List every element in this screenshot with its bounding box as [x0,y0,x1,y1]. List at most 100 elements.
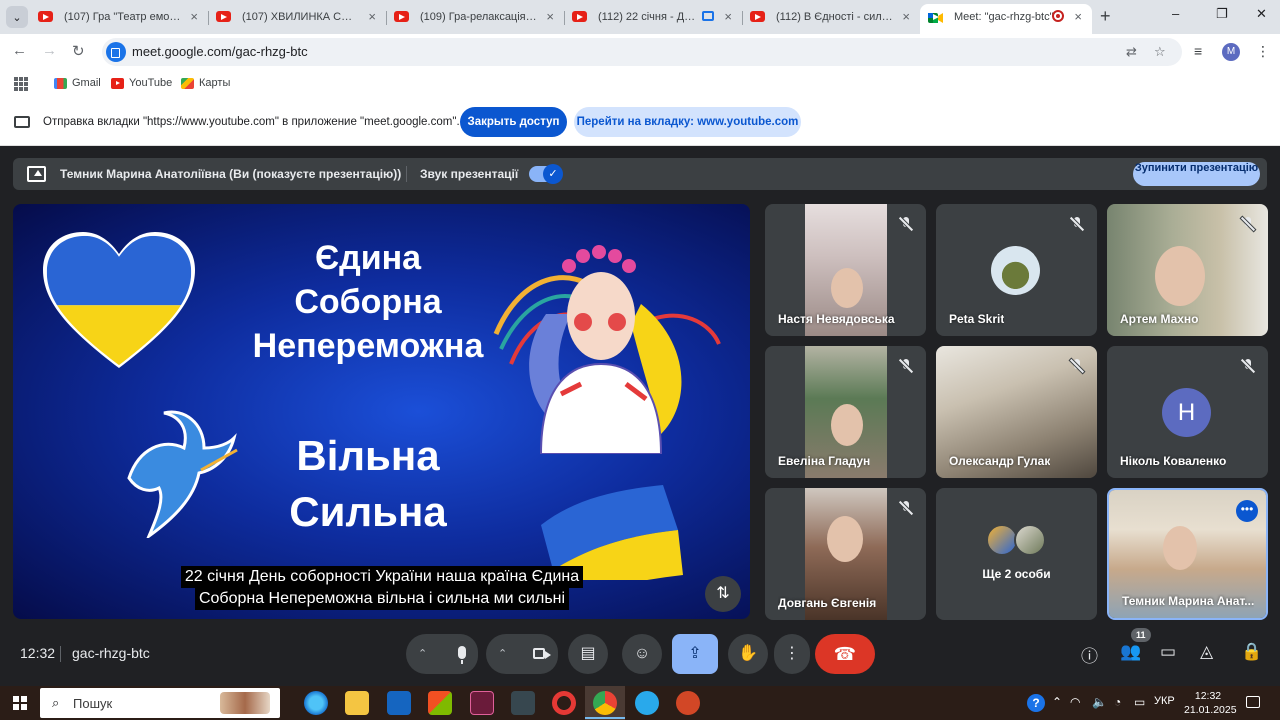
app-icon[interactable] [470,691,494,715]
swap-layout-button[interactable]: ⇅ [705,576,741,612]
self-tile[interactable]: ••• Темник Марина Анат... [1107,488,1268,620]
end-call-icon: ☎ [833,644,857,664]
bookmark-star-icon[interactable]: ☆ [1154,44,1166,60]
more-menu-icon[interactable]: ⋮ [1256,43,1270,60]
site-info-icon[interactable] [106,42,126,62]
reload-icon: ↻ [72,43,85,60]
bookmark-gmail[interactable]: Gmail [54,77,101,89]
present-screen-icon [27,166,46,182]
stop-sharing-button[interactable]: Закрыть доступ [460,107,567,137]
browser-tab-meet[interactable]: Meet: "gac-rhzg-btc" × [920,4,1092,34]
close-window-button[interactable]: ✕ [1256,6,1267,22]
live-captions: 22 січня День соборності України наша кр… [147,566,617,610]
ukraine-heart-image [43,232,195,368]
divider [406,166,407,182]
close-icon[interactable]: × [368,4,376,30]
wifi-icon[interactable]: ◠ [1070,695,1080,709]
audio-control-group: ⌃ [406,634,478,674]
minimize-button[interactable]: – [1172,6,1179,21]
stop-presentation-button[interactable]: Зупинити презентацію [1133,162,1260,186]
media-controls-icon[interactable]: ≡ [1194,43,1202,59]
maximize-button[interactable]: ❐ [1216,6,1228,22]
participant-tile[interactable]: Артем Махно [1107,204,1268,336]
bookmark-youtube[interactable]: YouTube [111,77,172,89]
more-options-button[interactable]: ⋮ [774,634,810,674]
volume-icon[interactable]: 🔈 [1092,695,1107,709]
participant-face [1163,526,1197,570]
youtube-icon [216,11,231,22]
mic-muted-icon [898,358,914,374]
close-icon[interactable]: × [1074,4,1082,30]
host-controls-icon[interactable]: 🔒 [1241,642,1262,662]
notifications-icon[interactable] [1246,696,1260,708]
participant-tile[interactable]: Довгань Євгенія [765,488,926,620]
close-icon[interactable]: × [902,4,910,30]
store-icon[interactable] [428,691,452,715]
present-now-button[interactable]: ⇪ [672,634,718,674]
apps-grid-icon[interactable] [14,77,28,91]
address-bar[interactable]: meet.google.com/gac-rhzg-btc ⇄ ☆ [102,38,1182,66]
reactions-button[interactable]: ☺ [622,634,662,674]
activities-icon[interactable]: ◬ [1200,642,1213,662]
browser-tab-4[interactable]: (112) 22 січня - День С × [564,4,742,30]
browser-tab-5[interactable]: (112) В Єдності - сила! - Y × [742,4,920,30]
file-explorer-icon[interactable] [345,691,369,715]
arrow-right-icon: → [42,42,57,59]
outlook-icon[interactable] [387,691,411,715]
translate-icon[interactable]: ⇄ [1126,44,1137,60]
forward-button[interactable]: → [42,42,57,59]
language-indicator[interactable]: УКР [1154,695,1175,707]
taskbar-search[interactable]: ⌕ Пошук [40,688,280,718]
browser-tab-2[interactable]: (107) ХВИЛИНКА СПОКОЮ × [208,4,386,30]
taskbar-clock[interactable]: 12:32 21.01.2025 [1184,689,1237,717]
emoji-icon: ☺ [633,645,651,662]
presentation-sound-label: Звук презентації [420,167,519,181]
battery-icon[interactable]: ▭ [1134,695,1145,709]
chat-icon[interactable]: ▭ [1160,642,1176,662]
participant-tile[interactable]: H Ніколь Коваленко [1107,346,1268,478]
profile-avatar[interactable]: M [1222,43,1240,61]
meeting-info-icon[interactable]: ⓘ [1081,642,1098,667]
tray-chevron-icon[interactable]: ⌃ [1052,695,1062,709]
people-icon[interactable]: 👥 [1120,642,1141,662]
telegram-icon[interactable] [635,691,659,715]
camera-button[interactable] [522,634,558,674]
leave-call-button[interactable]: ☎ [815,634,875,674]
browser-tab-3[interactable]: (109) Гра-релаксація "У л × [386,4,564,30]
opera-icon[interactable] [552,691,576,715]
close-icon[interactable]: × [724,4,732,30]
new-tab-button[interactable]: + [1100,6,1111,27]
video-editor-icon[interactable] [511,691,535,715]
camera-icon [533,648,551,659]
windows-start-button[interactable] [13,696,27,710]
chevron-up-icon[interactable]: ⌃ [418,634,427,674]
more-options-icon[interactable]: ••• [1236,500,1258,522]
microphone-button[interactable] [442,634,478,674]
presentation-sound-toggle[interactable]: ✓ [529,164,563,184]
screen-share-icon [14,116,30,128]
close-icon[interactable]: × [546,4,554,30]
chevron-up-icon[interactable]: ⌃ [498,634,507,674]
mic-muted-icon [898,216,914,232]
switch-to-tab-button[interactable]: Перейти на вкладку: www.youtube.com [574,107,801,137]
close-icon[interactable]: × [190,4,198,30]
help-icon[interactable]: ? [1027,694,1045,712]
tab-search-button[interactable]: ⌄ [6,6,28,28]
network-icon[interactable]: ◔ [1114,695,1121,709]
bookmark-maps[interactable]: Карты [181,77,230,89]
participant-tile[interactable]: Олександр Гулак [936,346,1097,478]
reload-button[interactable]: ↻ [72,42,85,60]
captions-button[interactable]: ▤ [568,634,608,674]
participant-tile[interactable]: Евеліна Гладун [765,346,926,478]
participant-tile[interactable]: Peta Skrit [936,204,1097,336]
back-button[interactable]: ← [12,42,27,59]
raise-hand-button[interactable]: ✋ [728,634,768,674]
participant-tile[interactable]: Настя Невядовська [765,204,926,336]
youtube-icon [111,77,124,89]
powerpoint-icon[interactable] [676,691,700,715]
participant-face [1155,246,1205,306]
browser-tab-1[interactable]: (107) Гра "Театр емоцій" × [30,4,208,30]
edge-icon[interactable] [304,691,328,715]
more-participants-tile[interactable]: Ще 2 особи [936,488,1097,620]
chrome-icon[interactable] [585,691,625,719]
